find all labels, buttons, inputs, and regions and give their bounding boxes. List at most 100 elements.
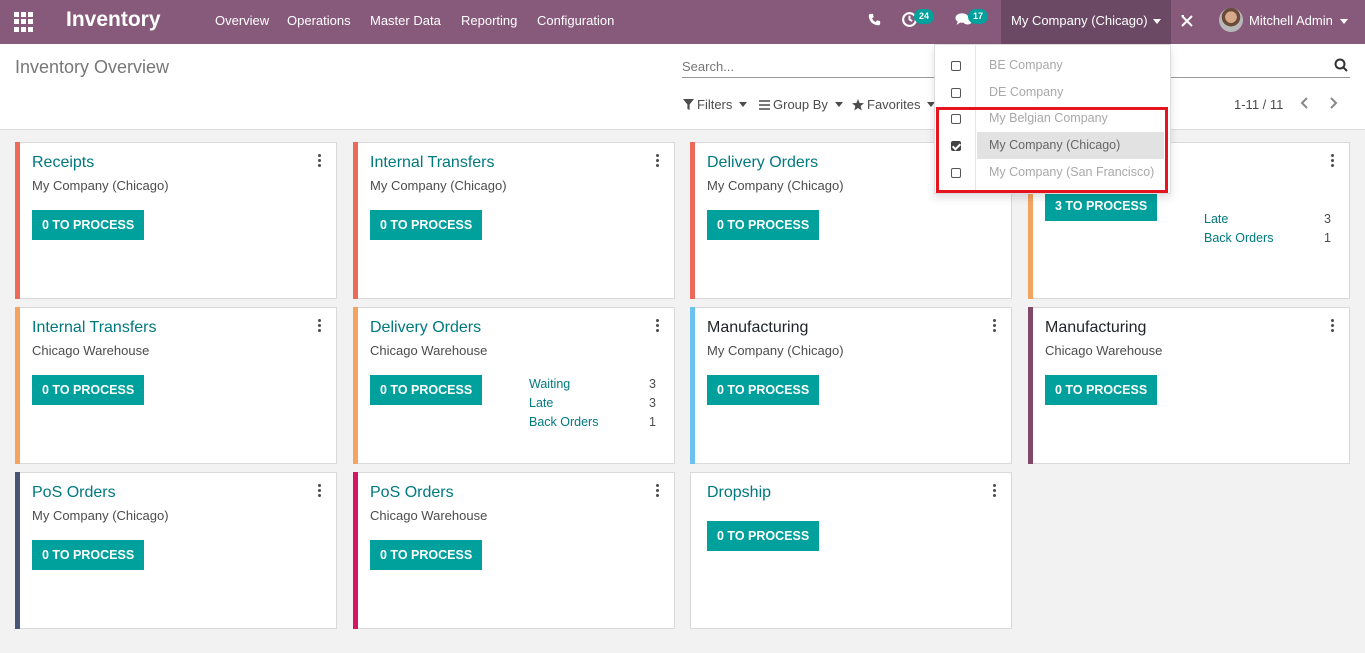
card-subtitle: Chicago Warehouse (32, 343, 150, 358)
kebab-menu-icon[interactable] (318, 319, 322, 332)
caret-down-icon (1153, 19, 1161, 24)
operation-card[interactable]: Delivery Orders Chicago Warehouse 0 TO PRO… (353, 307, 675, 464)
card-subtitle: My Company (Chicago) (32, 508, 169, 523)
card-color-strip (1028, 307, 1033, 464)
apps-menu-icon[interactable] (14, 12, 34, 32)
card-color-strip (353, 142, 358, 299)
checkbox-icon[interactable] (951, 61, 961, 71)
kebab-menu-icon[interactable] (1331, 154, 1335, 167)
card-color-strip (353, 472, 358, 629)
filter-icon (683, 99, 694, 110)
company-option-de[interactable]: DE Company (935, 79, 1170, 106)
chevron-left-icon[interactable] (1300, 97, 1310, 109)
menu-master-data[interactable]: Master Data (370, 13, 441, 28)
company-switcher[interactable]: My Company (Chicago) (1001, 0, 1171, 44)
card-subtitle: Chicago Warehouse (370, 508, 488, 523)
stat-value: 3 (649, 377, 656, 391)
search-icon[interactable] (1334, 58, 1348, 72)
kebab-menu-icon[interactable] (656, 319, 660, 332)
user-name[interactable]: Mitchell Admin (1249, 13, 1333, 28)
user-avatar[interactable] (1219, 8, 1243, 32)
card-color-strip (353, 307, 358, 464)
to-process-button[interactable]: 0 TO PROCESS (370, 540, 483, 570)
app-title[interactable]: Inventory (66, 8, 161, 32)
card-subtitle: My Company (Chicago) (707, 178, 844, 193)
operation-card[interactable]: Internal Transfers My Company (Chicago) 0 … (353, 142, 675, 299)
chevron-right-icon[interactable] (1328, 97, 1338, 109)
operation-card[interactable]: Dropship 0 TO PROCESS (690, 472, 1012, 629)
top-navbar: Inventory Overview Operations Master Dat… (0, 0, 1365, 44)
to-process-button[interactable]: 3 TO PROCESS (1045, 191, 1158, 221)
operation-card[interactable]: Manufacturing My Company (Chicago) 0 TO PR… (690, 307, 1012, 464)
stat-label[interactable]: Back Orders (1204, 231, 1273, 245)
operation-card[interactable]: Manufacturing Chicago Warehouse 0 TO PROCE… (1028, 307, 1350, 464)
stat-value: 3 (649, 396, 656, 410)
operation-card[interactable]: Internal Transfers Chicago Warehouse 0 TO … (15, 307, 337, 464)
card-title[interactable]: Delivery Orders (370, 319, 481, 337)
group-by-button[interactable]: Group By (759, 97, 843, 112)
filters-button[interactable]: Filters (683, 97, 748, 112)
page-title: Inventory Overview (15, 57, 170, 77)
checkbox-icon[interactable] (951, 88, 961, 98)
card-subtitle: Chicago Warehouse (1045, 343, 1163, 358)
caret-down-icon (834, 102, 843, 107)
star-icon (852, 98, 864, 110)
operation-card[interactable]: PoS Orders My Company (Chicago) 0 TO PROCE… (15, 472, 337, 629)
menu-overview[interactable]: Overview (215, 13, 269, 28)
menu-operations[interactable]: Operations (287, 13, 351, 28)
operation-card[interactable]: Receipts My Company (Chicago) 0 TO PROCESS (15, 142, 337, 299)
favorites-button[interactable]: Favorites (852, 97, 936, 112)
debug-tools-icon[interactable] (1180, 14, 1194, 28)
activity-badge: 24 (914, 9, 935, 24)
card-subtitle: My Company (Chicago) (32, 178, 169, 193)
kebab-menu-icon[interactable] (318, 484, 322, 497)
stat-label[interactable]: Late (529, 396, 553, 410)
card-subtitle: Chicago Warehouse (370, 343, 488, 358)
company-option-label: DE Company (989, 85, 1064, 99)
to-process-button[interactable]: 0 TO PROCESS (32, 210, 145, 240)
kebab-menu-icon[interactable] (318, 154, 322, 167)
to-process-button[interactable]: 0 TO PROCESS (707, 375, 820, 405)
stat-value: 3 (1324, 212, 1331, 226)
menu-configuration[interactable]: Configuration (537, 13, 614, 28)
card-title[interactable]: Delivery Orders (707, 154, 818, 172)
card-color-strip (690, 307, 695, 464)
card-subtitle: My Company (Chicago) (370, 178, 507, 193)
menu-reporting[interactable]: Reporting (461, 13, 517, 28)
card-title[interactable]: Internal Transfers (370, 154, 495, 172)
kebab-menu-icon[interactable] (1331, 319, 1335, 332)
to-process-button[interactable]: 0 TO PROCESS (707, 521, 820, 551)
kebab-menu-icon[interactable] (993, 319, 997, 332)
stat-label[interactable]: Waiting (529, 377, 570, 391)
to-process-button[interactable]: 0 TO PROCESS (32, 375, 145, 405)
messages-badge: 17 (968, 9, 989, 24)
card-title[interactable]: Receipts (32, 154, 94, 172)
stat-label[interactable]: Late (1204, 212, 1228, 226)
kebab-menu-icon[interactable] (656, 484, 660, 497)
list-icon (759, 99, 770, 110)
card-title[interactable]: Manufacturing (707, 319, 808, 337)
card-title[interactable]: PoS Orders (370, 484, 454, 502)
to-process-button[interactable]: 0 TO PROCESS (1045, 375, 1158, 405)
card-title[interactable]: Dropship (707, 484, 771, 502)
operation-card[interactable]: PoS Orders Chicago Warehouse 0 TO PROCESS (353, 472, 675, 629)
filters-label: Filters (697, 97, 733, 112)
card-color-strip (15, 307, 20, 464)
caret-down-icon (1340, 19, 1348, 24)
card-title[interactable]: PoS Orders (32, 484, 116, 502)
pager-value[interactable]: 1-11 / 11 (1234, 97, 1283, 112)
card-color-strip (15, 472, 20, 629)
to-process-button[interactable]: 0 TO PROCESS (370, 210, 483, 240)
to-process-button[interactable]: 0 TO PROCESS (32, 540, 145, 570)
to-process-button[interactable]: 0 TO PROCESS (707, 210, 820, 240)
phone-icon[interactable] (868, 13, 881, 26)
group-by-label: Group By (773, 97, 828, 112)
card-title[interactable]: Internal Transfers (32, 319, 157, 337)
stat-label[interactable]: Back Orders (529, 415, 598, 429)
card-title[interactable]: Manufacturing (1045, 319, 1146, 337)
company-option-be[interactable]: BE Company (935, 52, 1170, 79)
kebab-menu-icon[interactable] (656, 154, 660, 167)
favorites-label: Favorites (867, 97, 921, 112)
to-process-button[interactable]: 0 TO PROCESS (370, 375, 483, 405)
kebab-menu-icon[interactable] (993, 484, 997, 497)
